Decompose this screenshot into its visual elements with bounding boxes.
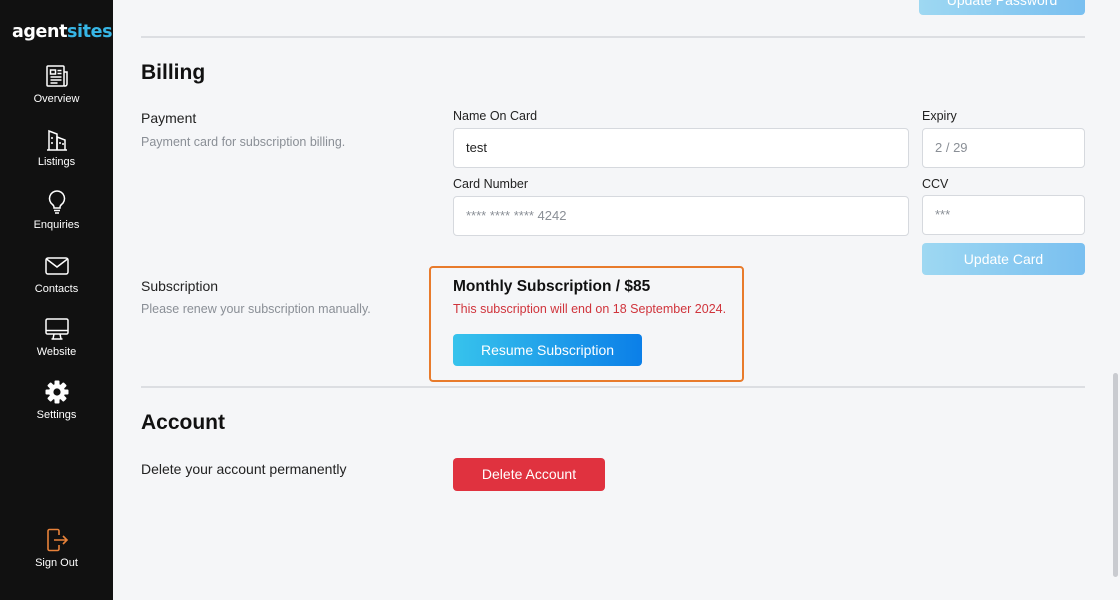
building-icon — [44, 126, 70, 152]
newspaper-icon — [44, 63, 70, 89]
sidebar-item-label: Listings — [37, 156, 76, 168]
sidebar-item-label: Settings — [36, 409, 77, 421]
sidebar: agentsites Overview Listings Enquiries C… — [0, 0, 113, 600]
ccv-input[interactable]: *** — [922, 195, 1085, 235]
payment-title: Payment — [141, 110, 197, 126]
brand-logo-part2: sites — [67, 22, 113, 42]
sidebar-item-settings[interactable]: Settings — [0, 379, 113, 421]
scrollbar-thumb[interactable] — [1113, 373, 1118, 577]
sidebar-item-label: Website — [36, 346, 77, 358]
sign-out-label: Sign Out — [35, 557, 78, 569]
card-number-input[interactable]: **** **** **** 4242 — [453, 196, 909, 236]
name-on-card-label: Name On Card — [453, 109, 538, 123]
card-number-label: Card Number — [453, 177, 529, 191]
expiry-input[interactable]: 2 / 29 — [922, 128, 1085, 168]
name-on-card-input[interactable]: test — [453, 128, 909, 168]
sidebar-item-label: Contacts — [34, 283, 79, 295]
payment-description: Payment card for subscription billing. — [141, 135, 346, 149]
account-title: Account — [141, 411, 225, 434]
sidebar-item-overview[interactable]: Overview — [0, 63, 113, 105]
section-divider — [141, 36, 1085, 38]
expiry-label: Expiry — [922, 109, 957, 123]
sidebar-item-listings[interactable]: Listings — [0, 126, 113, 168]
subscription-end-notice: This subscription will end on 18 Septemb… — [453, 302, 727, 316]
subscription-plan: Monthly Subscription / $85 — [453, 278, 651, 295]
sign-out-icon — [44, 527, 70, 553]
sidebar-item-label: Overview — [33, 93, 80, 105]
lightbulb-icon — [44, 189, 70, 215]
monitor-icon — [44, 316, 70, 342]
update-password-button[interactable]: Update Password — [919, 0, 1085, 15]
billing-title: Billing — [141, 61, 206, 84]
sidebar-item-contacts[interactable]: Contacts — [0, 253, 113, 295]
sidebar-item-website[interactable]: Website — [0, 316, 113, 358]
envelope-icon — [44, 253, 70, 279]
ccv-label: CCV — [922, 177, 949, 191]
update-card-button[interactable]: Update Card — [922, 243, 1085, 275]
sidebar-item-enquiries[interactable]: Enquiries — [0, 189, 113, 231]
subscription-title: Subscription — [141, 278, 219, 294]
gear-icon — [44, 379, 70, 405]
sidebar-item-label: Enquiries — [33, 219, 80, 231]
brand-logo-part1: agent — [12, 22, 68, 42]
resume-subscription-button[interactable]: Resume Subscription — [453, 334, 642, 366]
section-divider — [141, 386, 1085, 388]
subscription-description: Please renew your subscription manually. — [141, 302, 371, 316]
brand-logo[interactable]: agentsites — [12, 22, 113, 42]
delete-account-button[interactable]: Delete Account — [453, 458, 605, 491]
sign-out-button[interactable]: Sign Out — [0, 527, 113, 569]
delete-account-text: Delete your account permanently — [141, 461, 347, 477]
scrollbar[interactable] — [1112, 0, 1120, 600]
